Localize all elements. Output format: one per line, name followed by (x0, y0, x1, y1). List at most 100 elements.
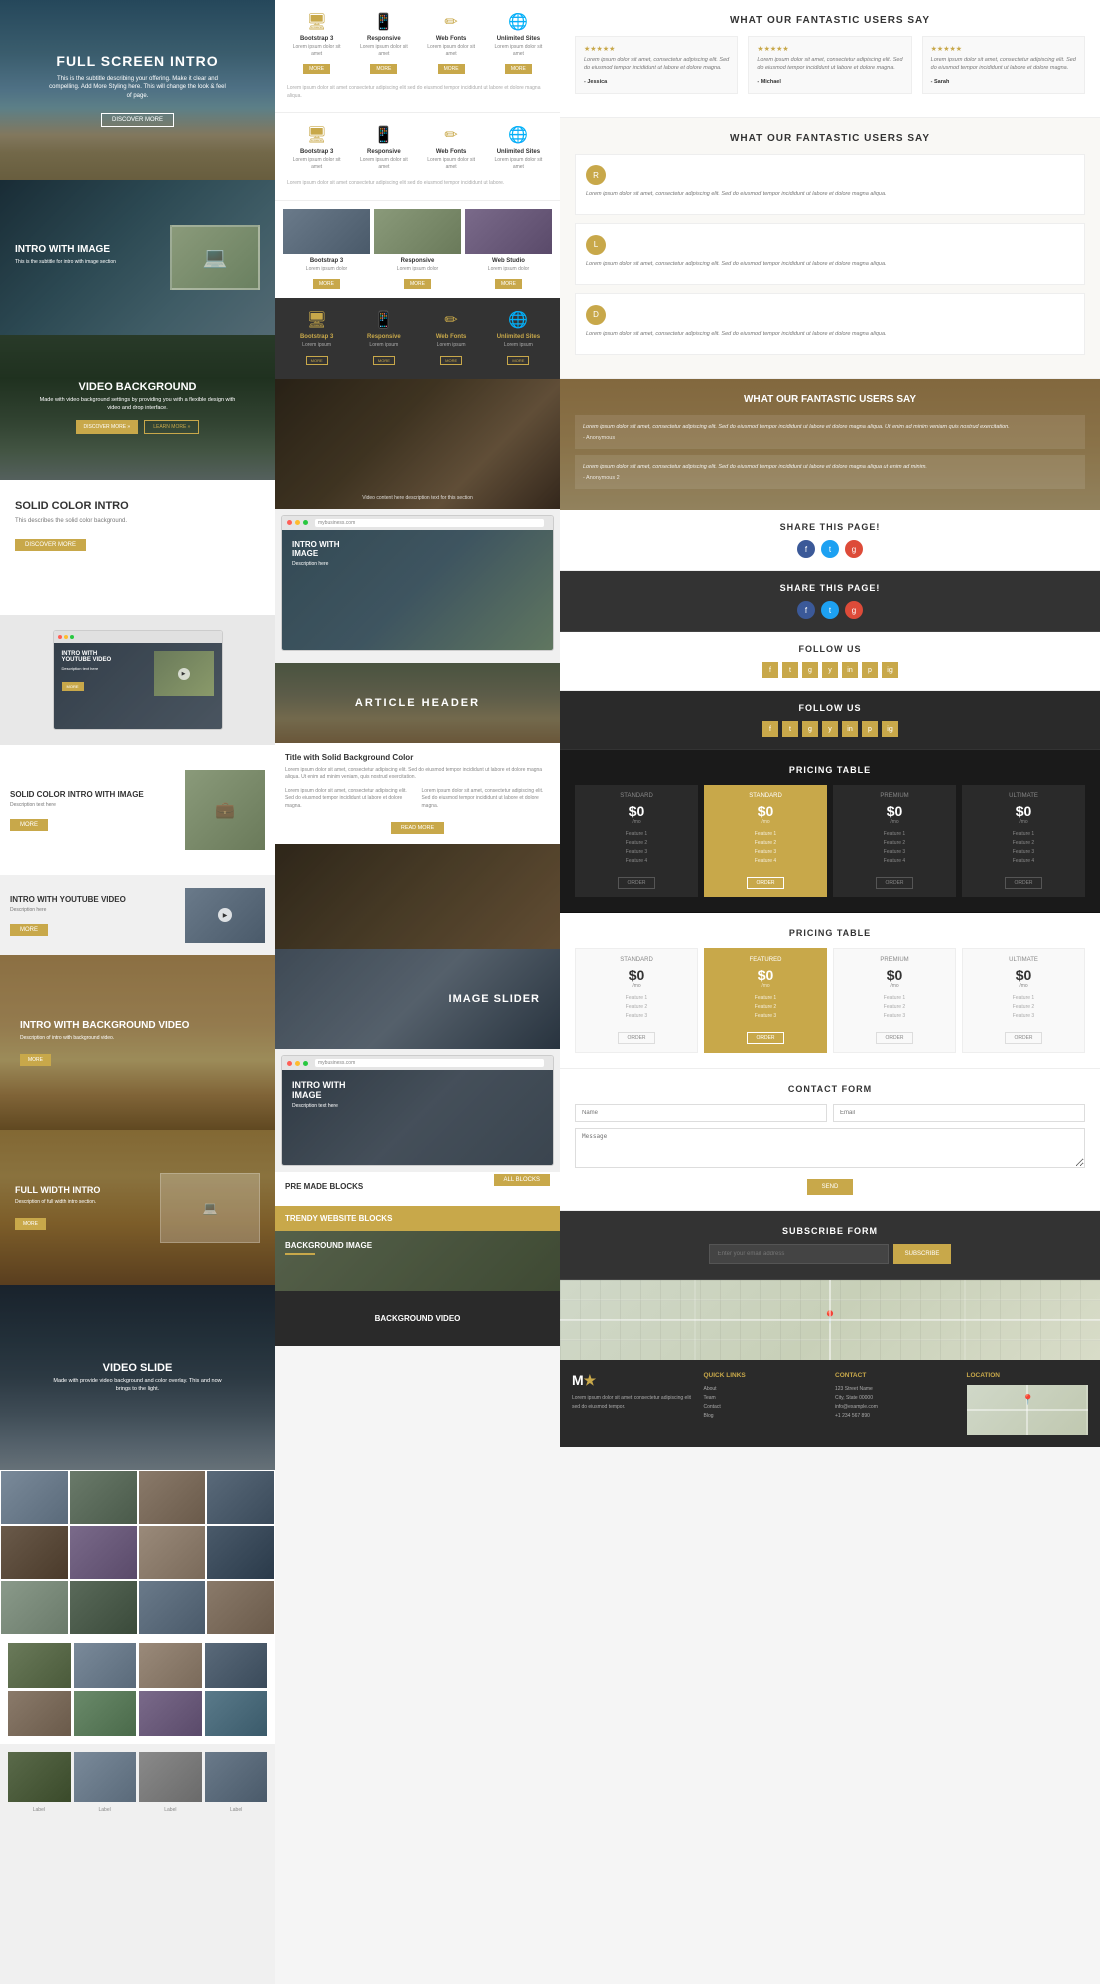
subscribe-btn[interactable]: SUBSCRIBE (893, 1244, 952, 1264)
plan-period: /mo (583, 819, 690, 825)
close-dot-2[interactable] (287, 1061, 292, 1066)
middle-column: 🖥 Bootstrap 3 Lorem ipsum dolor sit amet… (275, 0, 560, 1984)
light-ult-btn[interactable]: ORDER (1005, 1032, 1041, 1044)
pi-follow-icon[interactable]: p (862, 662, 878, 678)
video-bg-btn2[interactable]: LEARN MORE » (144, 420, 199, 434)
video-background-btns: DISCOVER MORE » LEARN MORE » (38, 420, 238, 434)
pricing-btn-prem[interactable]: ORDER (876, 877, 912, 889)
fb-follow-icon[interactable]: f (762, 662, 778, 678)
bg-video-section: BACKGROUND VIDEO (275, 1291, 560, 1346)
yt-follow-icon[interactable]: y (822, 662, 838, 678)
fb-follow-dark-icon[interactable]: f (762, 721, 778, 737)
contact-email-input[interactable] (833, 1104, 1085, 1122)
twitter-dark-icon[interactable]: t (821, 601, 839, 619)
light-ult-price: $0 (971, 967, 1076, 983)
pricing-btn-feat[interactable]: ORDER (747, 877, 783, 889)
full-width-intro-section: FULL WIDTH INTRO Description of full wid… (0, 1130, 275, 1285)
in-follow-icon[interactable]: in (842, 662, 858, 678)
light-plan-name: STANDARD (584, 957, 689, 963)
final-photo (8, 1752, 71, 1802)
solid-color-intro-btn[interactable]: DISCOVER MORE (15, 539, 86, 551)
fullscreen-btn-dot[interactable] (303, 520, 308, 525)
full-screen-intro-btn[interactable]: DISCOVER MORE (101, 113, 174, 127)
tw-follow-icon[interactable]: t (782, 662, 798, 678)
feature-dark-btn[interactable]: MORE (373, 356, 395, 365)
read-more-btn[interactable]: READ MORE (391, 822, 444, 834)
image-big-overlay (275, 844, 560, 949)
feature-img-btn[interactable]: MORE (495, 279, 522, 289)
intro-bg-video-section: INTRO WITH BACKGROUND VIDEO Description … (0, 955, 275, 1130)
browser-intro-sub: Description here (292, 561, 543, 568)
facebook-dark-icon[interactable]: f (797, 601, 815, 619)
plan-period-feat: /mo (712, 819, 819, 825)
light-feat-btn[interactable]: ORDER (747, 1032, 783, 1044)
premade-all-btn[interactable]: ALL BLOCKS (494, 1174, 550, 1186)
feature-img-btn[interactable]: MORE (313, 279, 340, 289)
min-dot-2[interactable] (295, 1061, 300, 1066)
plan-features-ult: Feature 1Feature 2Feature 3Feature 4 (970, 830, 1077, 866)
feature-image (374, 209, 461, 254)
feature-dark-btn[interactable]: MORE (507, 356, 529, 365)
light-pricing-btn[interactable]: ORDER (618, 1032, 654, 1044)
solid-color-intro-title: SOLID COLOR INTRO (15, 500, 260, 512)
intro-bg-video-btn[interactable]: MORE (20, 1054, 51, 1066)
testimonials-1-title: WHAT OUR FANTASTIC USERS SAY (575, 15, 1085, 26)
small-photo-section (0, 1635, 275, 1744)
play-icon[interactable]: ▶ (218, 908, 232, 922)
pricing-btn-ult[interactable]: ORDER (1005, 877, 1041, 889)
contact-submit-btn[interactable]: SEND (807, 1179, 854, 1195)
testimonial-text: Lorem ipsum dolor sit amet, consectetur … (757, 56, 902, 73)
feature-dark-btn[interactable]: MORE (440, 356, 462, 365)
gp-follow-icon[interactable]: g (802, 662, 818, 678)
ig-follow-icon[interactable]: ig (882, 662, 898, 678)
contact-name-input[interactable] (575, 1104, 827, 1122)
footer-map-pin: 📍 (1022, 1395, 1034, 1406)
footer-link[interactable]: Contact (704, 1403, 826, 1412)
subscribe-email-input[interactable] (709, 1244, 889, 1264)
pi-follow-dark-icon[interactable]: p (862, 721, 878, 737)
solid-youtube-text: INTRO WITH YOUTUBE VIDEO Description her… (10, 895, 175, 936)
feature-title: Unlimited Sites (489, 149, 548, 155)
light-prem-btn[interactable]: ORDER (876, 1032, 912, 1044)
feature-img-btn[interactable]: MORE (404, 279, 431, 289)
facebook-icon[interactable]: f (797, 540, 815, 558)
tw-follow-dark-icon[interactable]: t (782, 721, 798, 737)
twitter-icon[interactable]: t (821, 540, 839, 558)
in-follow-dark-icon[interactable]: in (842, 721, 858, 737)
contact-message-input[interactable] (575, 1128, 1085, 1168)
feature-title: Unlimited Sites (489, 36, 548, 42)
full-width-btn[interactable]: MORE (15, 1218, 46, 1230)
gp-follow-dark-icon[interactable]: g (802, 721, 818, 737)
close-btn-dot[interactable] (287, 520, 292, 525)
footer-link[interactable]: Team (704, 1394, 826, 1403)
feature-btn[interactable]: MORE (370, 64, 397, 74)
feature-btn[interactable]: MORE (303, 64, 330, 74)
footer-link[interactable]: Blog (704, 1412, 826, 1421)
video-background-section: VIDEO BACKGROUND Made with video backgro… (0, 335, 275, 480)
feature-dark-btn[interactable]: MORE (306, 356, 328, 365)
full-dot-2[interactable] (303, 1061, 308, 1066)
video-background-content: VIDEO BACKGROUND Made with video backgro… (38, 381, 238, 433)
googleplus-icon[interactable]: g (845, 540, 863, 558)
social-icons-dark: f t g (572, 601, 1088, 619)
article-header-section: ARTICLE HEADER (275, 663, 560, 743)
feature-btn[interactable]: MORE (438, 64, 465, 74)
googleplus-dark-icon[interactable]: g (845, 601, 863, 619)
plan-name-ult: ULTIMATE (970, 793, 1077, 799)
fullscreen-dot (70, 635, 74, 639)
video-slide-content: VIDEO SLIDE Made with provide video back… (48, 1362, 228, 1393)
solid-youtube-btn[interactable]: MORE (10, 924, 48, 936)
intro-with-image-desc: This is the subtitle for intro with imag… (15, 259, 170, 266)
pricing-btn[interactable]: ORDER (618, 877, 654, 889)
premade-header: PRE MADE BLOCKS ALL BLOCKS (285, 1182, 550, 1196)
yt-follow-dark-icon[interactable]: y (822, 721, 838, 737)
feature-btn[interactable]: MORE (505, 64, 532, 74)
video-bg-btn1[interactable]: DISCOVER MORE » (76, 420, 139, 434)
footer-link[interactable]: About (704, 1385, 826, 1394)
minimize-btn-dot[interactable] (295, 520, 300, 525)
ig-follow-dark-icon[interactable]: ig (882, 721, 898, 737)
solid-intro-img-btn[interactable]: MORE (10, 819, 48, 831)
address-bar[interactable]: mybusiness.com (315, 519, 544, 527)
webfonts-icon: ✏ (422, 12, 481, 32)
address-bar-2[interactable]: mybusiness.com (315, 1059, 544, 1067)
